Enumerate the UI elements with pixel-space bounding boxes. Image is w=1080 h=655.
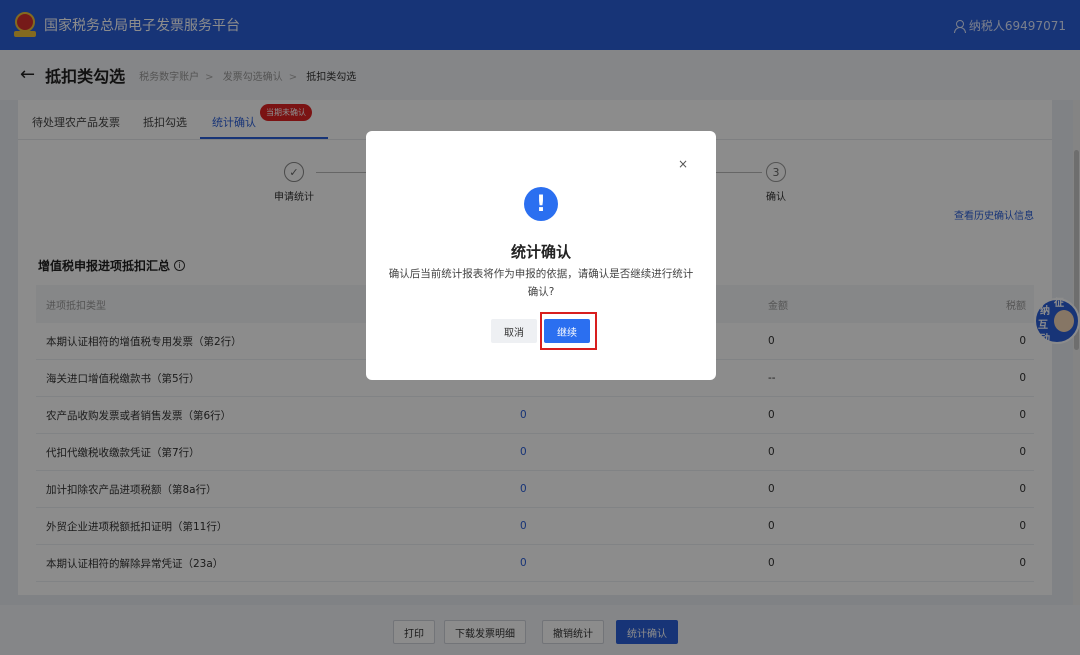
close-icon[interactable]: × [678,157,688,171]
dialog-message: 确认后当前统计报表将作为申报的依据，请确认是否继续进行统计确认? [388,268,694,298]
modal-backdrop-top [0,0,1080,100]
alert-icon: ! [524,187,558,221]
dialog-title: 统计确认 [510,243,571,261]
highlight-box [540,312,597,350]
cancel-button[interactable]: 取消 [491,319,537,343]
